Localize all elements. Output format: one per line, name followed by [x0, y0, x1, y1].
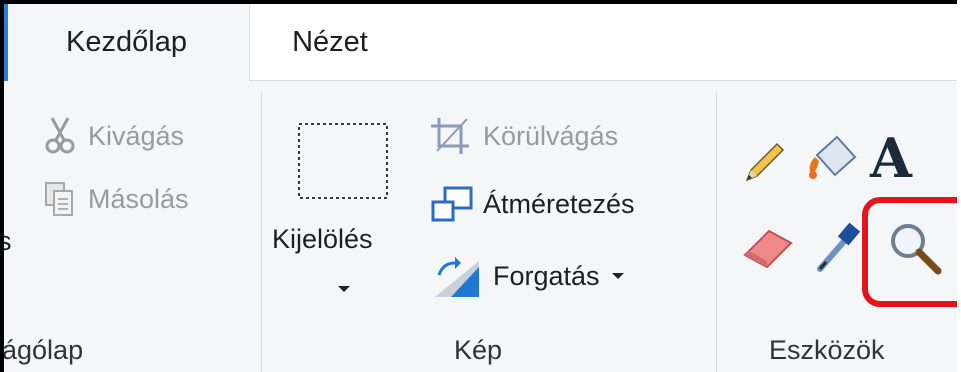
- pencil-icon[interactable]: [739, 136, 791, 193]
- magnifier-highlight-box: [862, 197, 957, 307]
- group-separator: [716, 91, 717, 372]
- color-picker-icon[interactable]: [812, 219, 864, 280]
- rotate-icon: [429, 253, 485, 299]
- eraser-icon[interactable]: [739, 221, 797, 280]
- crop-icon: [429, 116, 475, 156]
- cut-label: Kivágás: [88, 120, 185, 151]
- paste-label-partial[interactable]: s: [4, 226, 12, 257]
- tab-view[interactable]: Nézet: [250, 4, 410, 80]
- tab-home[interactable]: Kezdőlap: [4, 4, 250, 81]
- scissors-icon: [40, 116, 80, 156]
- resize-icon: [429, 184, 475, 224]
- copy-button[interactable]: Másolás: [40, 179, 189, 219]
- select-label: Kijelölés: [272, 224, 373, 254]
- rotate-label: Forgatás: [493, 260, 600, 291]
- copy-label: Másolás: [88, 183, 189, 214]
- resize-label: Átméretezés: [483, 188, 635, 219]
- clipboard-group-label: ágólap: [2, 335, 84, 365]
- cut-button[interactable]: Kivágás: [40, 116, 184, 156]
- copy-icon: [40, 179, 80, 219]
- rotate-button[interactable]: Forgatás: [429, 253, 624, 299]
- chevron-down-icon: [338, 286, 350, 292]
- chevron-down-icon: [611, 273, 624, 279]
- image-group-label: Kép: [454, 335, 503, 365]
- group-separator: [261, 91, 262, 372]
- ribbon-tab-bar: Kezdőlap Nézet: [4, 4, 957, 81]
- fill-bucket-icon[interactable]: [801, 129, 861, 194]
- select-button[interactable]: Kijelölés: [272, 114, 412, 304]
- crop-button[interactable]: Körülvágás: [429, 116, 618, 156]
- text-icon[interactable]: A: [870, 126, 912, 190]
- paint-window: Kezdőlap Nézet s Kivágás: [0, 0, 957, 372]
- ribbon-home: s Kivágás Másolás: [4, 81, 957, 372]
- tools-group-label: Eszközök: [769, 335, 885, 365]
- resize-button[interactable]: Átméretezés: [429, 184, 635, 224]
- selection-rectangle-icon: [297, 122, 389, 205]
- crop-label: Körülvágás: [483, 120, 619, 151]
